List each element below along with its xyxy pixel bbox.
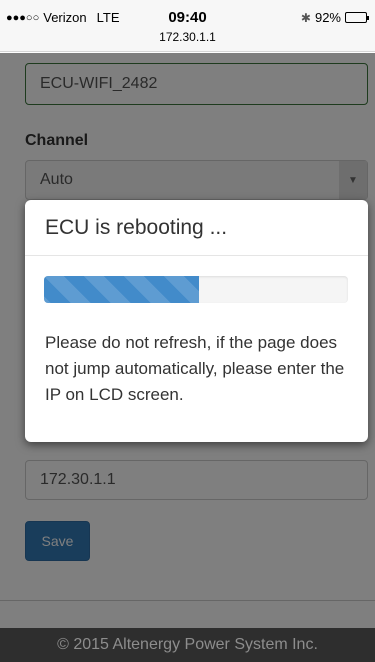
footer-copyright: © 2015 Altenergy Power System Inc.	[0, 628, 375, 662]
address-bar-url[interactable]: 172.30.1.1	[0, 30, 375, 44]
progress-bar-track	[44, 276, 348, 303]
status-right: ✱ 92%	[300, 10, 369, 25]
modal-message: Please do not refresh, if the page does …	[45, 333, 345, 404]
battery-percent: 92%	[314, 10, 341, 25]
rebooting-modal: ECU is rebooting ... Please do not refre…	[25, 200, 368, 442]
bluetooth-icon: ✱	[300, 10, 311, 25]
status-bar: ●●●○○ Verizon LTE 09:40 172.30.1.1 ✱ 92%	[0, 0, 375, 52]
progress-bar-fill	[44, 276, 200, 303]
modal-title: ECU is rebooting ...	[25, 200, 368, 256]
battery-icon	[345, 12, 369, 23]
